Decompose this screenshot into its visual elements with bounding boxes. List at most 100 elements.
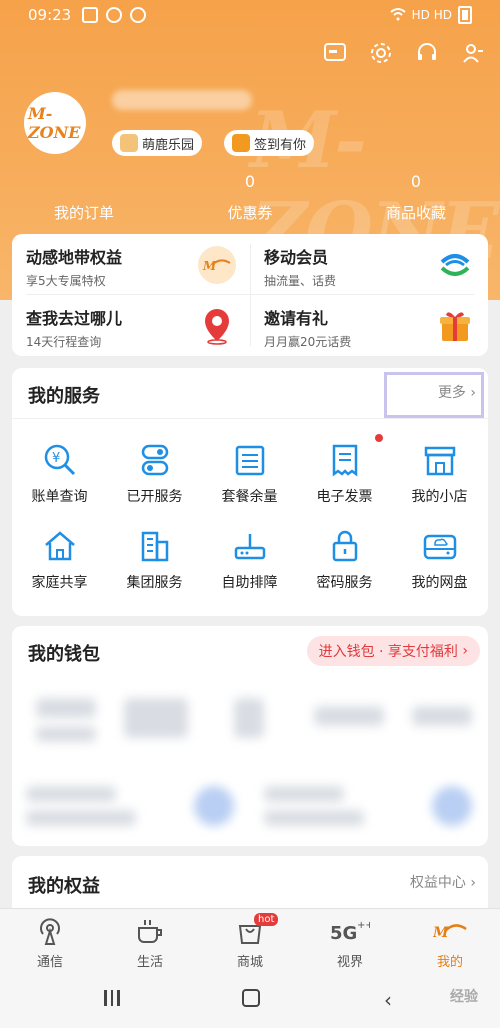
system-nav-bar: ‹ 经验	[0, 970, 500, 1028]
divider	[250, 244, 251, 346]
service-label: 集团服务	[126, 575, 183, 591]
benefit-mzone[interactable]: 动感地带权益 享5大专属特权 M	[12, 234, 250, 295]
services-more-label: 更多	[437, 385, 466, 401]
divider	[26, 294, 474, 295]
benefit-mobile-member[interactable]: 移动会员 抽流量、话费	[250, 234, 488, 295]
tab-communication[interactable]: 通信	[0, 909, 100, 971]
status-bar: 09:23 HD HD	[0, 0, 500, 32]
service-bill-query[interactable]: ¥ 账单查询	[12, 442, 107, 512]
chevron-right-icon: ›	[462, 643, 468, 659]
divider	[12, 418, 488, 419]
service-label: 账单查询	[31, 489, 88, 505]
status-time: 09:23	[28, 6, 72, 24]
username-blurred	[112, 90, 252, 110]
wifi-icon	[390, 7, 406, 24]
svg-text:¥: ¥	[52, 451, 60, 466]
back-icon[interactable]: ‹	[384, 988, 392, 1012]
benefit-title: 移动会员	[264, 248, 329, 267]
message-icon[interactable]	[322, 40, 348, 66]
services-title: 我的服务	[28, 386, 100, 407]
benefit-title: 查我去过哪儿	[26, 309, 123, 328]
blurred-content	[194, 786, 234, 826]
user-settings-icon[interactable]	[460, 40, 486, 66]
service-my-shop[interactable]: 我的小店	[392, 442, 487, 512]
enter-wallet-label: 进入钱包 · 享支付福利	[318, 644, 458, 660]
avatar[interactable]: M-ZONE	[24, 92, 86, 154]
settings-icon[interactable]	[368, 40, 394, 66]
service-e-invoice[interactable]: 电子发票	[297, 434, 392, 512]
benefit-title: 动感地带权益	[26, 248, 123, 267]
shop-icon	[422, 442, 458, 478]
5g-icon: 5G ++	[330, 917, 374, 945]
headset-icon[interactable]	[414, 40, 440, 66]
enter-wallet-button[interactable]: 进入钱包 · 享支付福利 ›	[306, 636, 480, 666]
building-icon	[137, 528, 173, 564]
rights-center-label: 权益中心	[409, 875, 466, 891]
stat-orders[interactable]: 我的订单	[14, 172, 154, 223]
blurred-content	[36, 698, 96, 718]
service-family-share[interactable]: 家庭共享	[12, 528, 107, 598]
rights-title: 我的权益	[28, 876, 100, 897]
tag-checkin[interactable]: 签到有你	[224, 130, 315, 156]
rights-center-link[interactable]: 权益中心 ›	[410, 872, 476, 892]
benefit-subtitle: 享5大专属特权	[26, 274, 106, 288]
tab-vision[interactable]: 5G ++ 视界	[300, 909, 400, 971]
notification-dot	[375, 434, 383, 442]
benefits-card: 动感地带权益 享5大专属特权 M 移动会员 抽流量、话费 查我去过哪儿 14天行…	[12, 234, 488, 356]
service-cloud-disk[interactable]: 我的网盘	[392, 528, 487, 598]
hot-badge: hot	[254, 913, 279, 926]
service-self-troubleshoot[interactable]: 自助排障	[202, 528, 297, 598]
mzone-tab-icon: M	[432, 917, 467, 945]
my-services-card: 我的服务 更多 › ¥ 账单查询 已开服务 套餐余量 电子发票 我的小店 家庭共…	[12, 368, 488, 616]
svg-text:M: M	[202, 259, 217, 273]
gift-icon	[232, 134, 250, 152]
status-right: HD HD	[390, 6, 472, 24]
deer-icon	[120, 134, 138, 152]
signal-labels: HD HD	[411, 8, 452, 22]
benefit-subtitle: 抽流量、话费	[264, 274, 337, 288]
battery-icon	[458, 6, 472, 24]
mzone-icon: M	[198, 246, 236, 284]
service-label: 电子发票	[316, 489, 373, 505]
service-package-balance[interactable]: 套餐余量	[202, 442, 297, 512]
blurred-content	[234, 698, 264, 738]
my-wallet-card: 我的钱包 进入钱包 · 享支付福利 ›	[12, 626, 488, 846]
service-label: 套餐余量	[221, 489, 278, 505]
stat-coupons-label: 优惠券	[227, 204, 273, 222]
wallet-title: 我的钱包	[28, 644, 100, 665]
location-pin-icon	[198, 307, 236, 345]
service-label: 密码服务	[316, 575, 373, 591]
tab-life[interactable]: 生活	[100, 909, 200, 971]
tab-mall[interactable]: hot 商城	[200, 909, 300, 971]
chevron-right-icon: ›	[470, 875, 476, 891]
benefit-travel[interactable]: 查我去过哪儿 14天行程查询	[12, 295, 250, 356]
service-label: 已开服务	[126, 489, 183, 505]
svg-text:M: M	[433, 925, 449, 941]
service-group[interactable]: 集团服务	[107, 528, 202, 598]
stat-coupons[interactable]: 0 优惠券	[180, 172, 320, 223]
blurred-content	[264, 786, 344, 802]
tag-deer-park-label: 萌鹿乐园	[142, 137, 195, 153]
china-mobile-icon	[436, 246, 474, 284]
home-button-icon[interactable]	[242, 989, 260, 1007]
blurred-content	[314, 706, 384, 726]
tab-label: 商城	[236, 955, 263, 970]
china-mobile-notification-icon	[130, 7, 146, 23]
benefit-invite[interactable]: 邀请有礼 月月赢20元话费	[250, 295, 488, 356]
blurred-content	[26, 810, 136, 826]
service-label: 我的网盘	[411, 575, 468, 591]
app-notification-icon	[106, 7, 122, 23]
invoice-icon	[327, 442, 363, 478]
benefit-subtitle: 14天行程查询	[26, 335, 102, 349]
services-more-link[interactable]: 更多 ›	[438, 382, 476, 402]
tab-label: 生活	[136, 955, 163, 970]
service-active-services[interactable]: 已开服务	[107, 442, 202, 512]
tag-deer-park[interactable]: 萌鹿乐园	[112, 130, 203, 156]
stat-favorites[interactable]: 0 商品收藏	[346, 172, 486, 223]
bill-query-icon: ¥	[42, 442, 78, 478]
service-password[interactable]: 密码服务	[297, 528, 392, 598]
recent-apps-icon[interactable]	[104, 990, 121, 1006]
tab-mine[interactable]: M 我的	[400, 909, 500, 971]
stat-orders-label: 我的订单	[53, 204, 114, 222]
mzone-logo: M-ZONE	[28, 96, 82, 150]
